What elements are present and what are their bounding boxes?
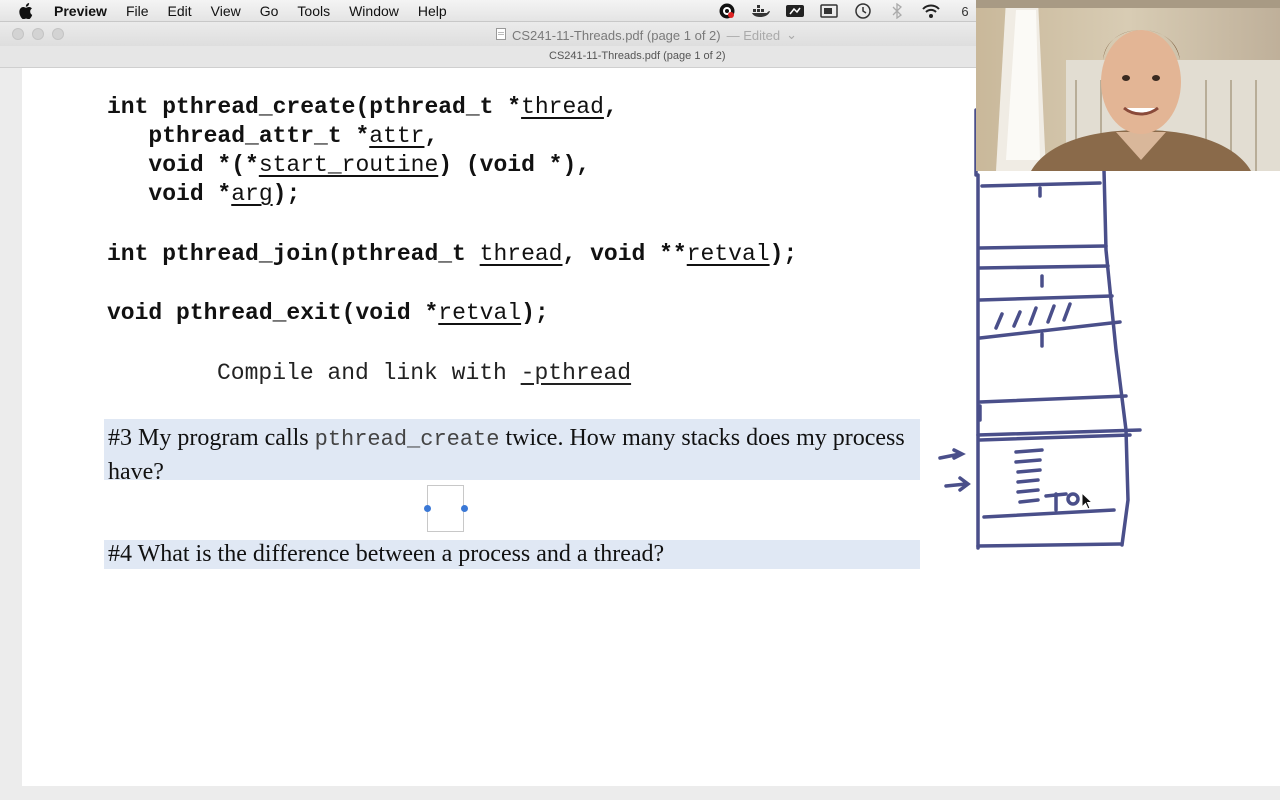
apple-icon[interactable] (19, 2, 37, 19)
mouse-cursor-icon (1081, 492, 1094, 510)
menu-go[interactable]: Go (260, 0, 279, 22)
minimize-button[interactable] (32, 28, 44, 40)
menu-file[interactable]: File (126, 0, 149, 22)
question-3: #3 My program calls pthread_create twice… (104, 419, 920, 485)
question-4: #4 What is the difference between a proc… (104, 540, 920, 569)
code-line-join: int pthread_join(pthread_t thread, void … (107, 241, 798, 267)
clock-text[interactable]: 6 (955, 3, 975, 19)
code-line-create-2: pthread_attr_t *attr, (107, 123, 439, 149)
creative-cloud-icon[interactable] (717, 3, 737, 19)
edited-label: — Edited (726, 27, 781, 43)
cloud-sync-icon[interactable] (785, 3, 805, 19)
code-line-create-4: void *arg); (107, 181, 301, 207)
selection-handle-left[interactable] (424, 505, 431, 512)
compile-note: Compile and link with -pthread (217, 360, 632, 386)
menu-tools[interactable]: Tools (297, 0, 330, 22)
bluetooth-icon[interactable] (887, 3, 907, 19)
menu-app-preview[interactable]: Preview (54, 0, 107, 22)
docker-icon[interactable] (751, 3, 771, 19)
screen-capture-icon[interactable] (819, 3, 839, 19)
close-button[interactable] (12, 28, 24, 40)
menu-edit[interactable]: Edit (168, 0, 192, 22)
menu-view[interactable]: View (211, 0, 241, 22)
status-icons: 6 (717, 0, 975, 22)
code-line-create-3: void *(*start_routine) (void *), (107, 152, 591, 178)
window-controls (12, 28, 64, 40)
selection-box[interactable] (427, 485, 464, 532)
time-machine-icon[interactable] (853, 3, 873, 19)
wifi-icon[interactable] (921, 3, 941, 19)
presenter-video (976, 0, 1280, 171)
page-info-bar: CS241-11-Threads.pdf (page 1 of 2) (0, 46, 976, 68)
code-line-exit: void pthread_exit(void *retval); (107, 300, 549, 326)
zoom-button[interactable] (52, 28, 64, 40)
chevron-down-icon[interactable]: ⌄ (786, 27, 797, 43)
menu-window[interactable]: Window (349, 0, 399, 22)
document-title[interactable]: CS241-11-Threads.pdf (page 1 of 2) — Edi… (496, 27, 797, 43)
menu-help[interactable]: Help (418, 0, 447, 22)
window-title: CS241-11-Threads.pdf (page 1 of 2) (512, 27, 721, 43)
code-line-create-1: int pthread_create(pthread_t *thread, (107, 94, 618, 120)
title-bar[interactable]: CS241-11-Threads.pdf (page 1 of 2) — Edi… (0, 22, 976, 46)
pdf-file-icon (496, 27, 506, 43)
page-info: CS241-11-Threads.pdf (page 1 of 2) (549, 50, 726, 62)
selection-handle-right[interactable] (461, 505, 468, 512)
webcam-overlay (976, 0, 1280, 171)
